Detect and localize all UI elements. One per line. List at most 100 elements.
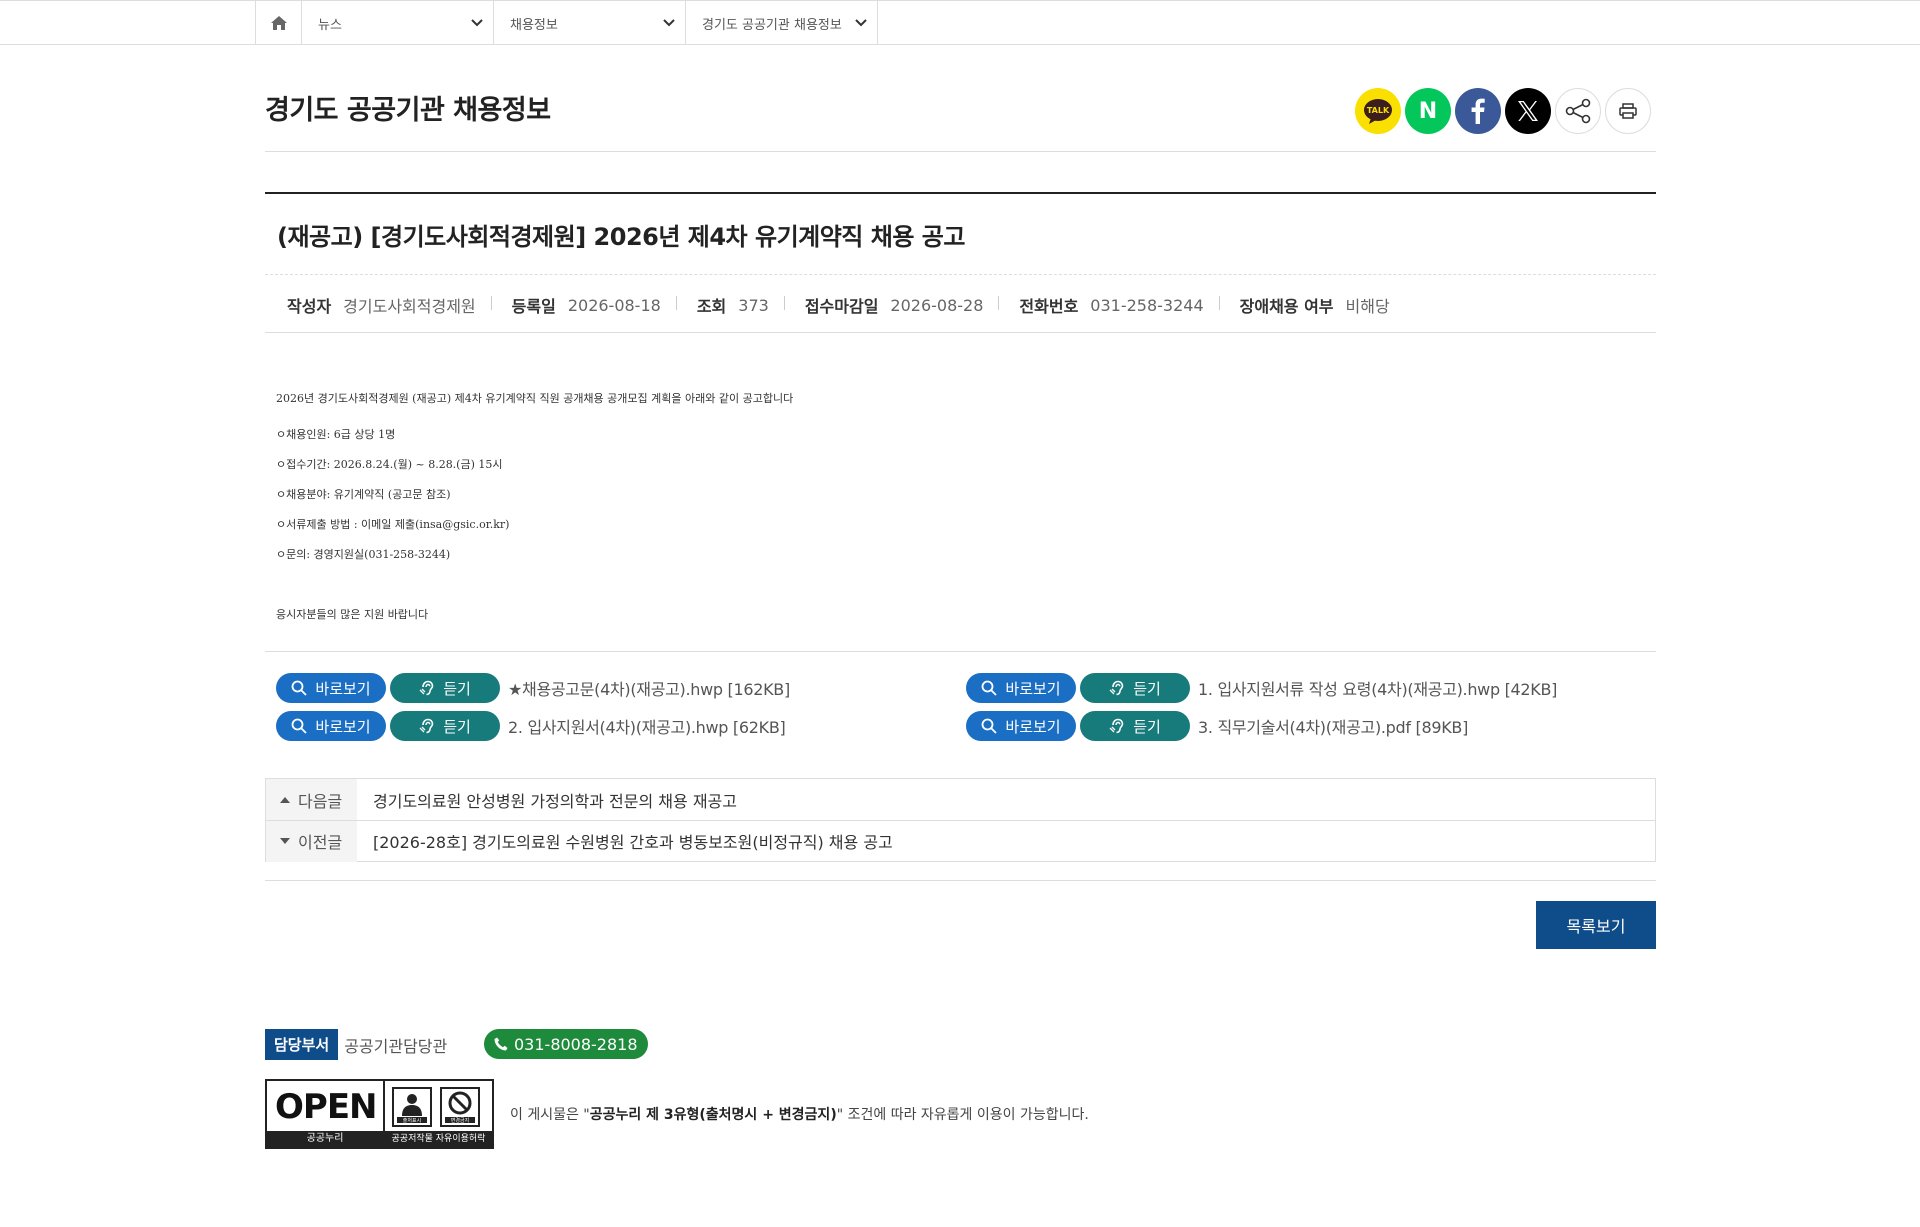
list-button[interactable]: 목록보기 xyxy=(1536,901,1656,949)
listen-button-label: 듣기 xyxy=(443,679,471,698)
meta-value: 2026-08-28 xyxy=(890,295,984,315)
divider xyxy=(265,192,1656,194)
listen-button[interactable]: 듣기 xyxy=(390,673,500,703)
chevron-down-icon xyxy=(471,19,483,27)
prev-label-text: 이전글 xyxy=(298,833,343,852)
phone-icon xyxy=(494,1037,508,1051)
kogl-license-badge[interactable]: OPEN 공공누리 출처표시 변경금지 공공저작물 자유이용허락 xyxy=(265,1079,494,1149)
next-post-title[interactable]: 경기도의료원 안성병원 가정의학과 전문의 채용 재공고 xyxy=(357,788,737,812)
caret-down-icon xyxy=(280,838,290,844)
kakao-talk-share-button[interactable]: TALK xyxy=(1355,88,1401,134)
x-icon xyxy=(1518,101,1538,121)
meta-key: 등록일 xyxy=(511,297,556,316)
meta-key: 조회 xyxy=(696,297,727,316)
svg-text:출처표시: 출처표시 xyxy=(403,1117,421,1124)
attachment-row: 바로보기 듣기 3. 직무기술서(4차)(재공고).pdf [89KB] xyxy=(966,711,1468,741)
body-item: ㅇ채용인원: 6급 상당 1명 xyxy=(276,428,396,441)
attachment-filename[interactable]: 1. 입사지원서류 작성 요령(4차)(재공고).hwp [42KB] xyxy=(1198,676,1557,700)
view-button[interactable]: 바로보기 xyxy=(966,673,1076,703)
license-text-prefix: 이 게시물은 " xyxy=(510,1107,590,1123)
meta-disability: 장애채용 여부 비해당 xyxy=(1240,293,1406,317)
meta-views: 조회 373 xyxy=(697,293,785,317)
open-word: OPEN xyxy=(275,1087,378,1127)
kakao-talk-icon: TALK xyxy=(1364,99,1392,124)
divider xyxy=(265,274,1656,275)
meta-value: 경기도사회적경제원 xyxy=(343,297,476,316)
meta-value: 373 xyxy=(738,295,769,315)
chevron-down-icon xyxy=(855,19,867,27)
body-item: ㅇ서류제출 방법 : 이메일 제출(insa@gsic.or.kr) xyxy=(276,518,510,531)
department-name: 공공기관담당관 xyxy=(344,1036,448,1056)
naver-share-button[interactable]: N xyxy=(1405,88,1451,134)
view-button-label: 바로보기 xyxy=(1005,679,1061,698)
prev-post-label: 이전글 xyxy=(266,820,357,862)
share-button[interactable] xyxy=(1555,88,1601,134)
print-icon xyxy=(1619,103,1637,119)
view-button[interactable]: 바로보기 xyxy=(276,673,386,703)
attachment-row: 바로보기 듣기 ★채용공고문(4차)(재공고).hwp [162KB] xyxy=(276,673,790,703)
attachment-filename[interactable]: ★채용공고문(4차)(재공고).hwp [162KB] xyxy=(508,676,790,700)
page-title: 경기도 공공기관 채용정보 xyxy=(265,95,551,126)
meta-key: 전화번호 xyxy=(1019,297,1079,316)
view-button-label: 바로보기 xyxy=(315,679,371,698)
prev-post-row[interactable]: 이전글 [2026-28호] 경기도의료원 수원병원 간호과 병동보조원(비정규… xyxy=(266,820,1655,862)
listen-button-label: 듣기 xyxy=(1133,679,1161,698)
ear-icon xyxy=(419,680,434,696)
open-caption: 공공누리 xyxy=(267,1131,383,1147)
article-title: (재공고) [경기도사회적경제원] 2026년 제4차 유기계약직 채용 공고 xyxy=(277,223,965,251)
share-bar: TALK N xyxy=(1355,88,1651,134)
ear-icon xyxy=(1109,718,1124,734)
chevron-down-icon xyxy=(663,19,675,27)
meta-author: 작성자 경기도사회적경제원 xyxy=(287,293,492,317)
body-item: ㅇ접수기간: 2026.8.24.(월) ~ 8.28.(금) 15시 xyxy=(276,458,503,471)
print-button[interactable] xyxy=(1605,88,1651,134)
ear-icon xyxy=(419,718,434,734)
prev-post-title[interactable]: [2026-28호] 경기도의료원 수원병원 간호과 병동보조원(비정규직) 채… xyxy=(357,829,893,853)
meta-key: 장애채용 여부 xyxy=(1239,297,1334,316)
nav-dropdown-label: 뉴스 xyxy=(318,17,342,33)
home-button[interactable] xyxy=(255,1,302,45)
nav-dropdown-public-jobs[interactable]: 경기도 공공기관 채용정보 xyxy=(686,1,878,45)
license-text-suffix: " 조건에 따라 자유롭게 이용이 가능합니다. xyxy=(836,1107,1089,1123)
search-icon xyxy=(291,680,308,696)
listen-button[interactable]: 듣기 xyxy=(1080,711,1190,741)
license-text: 이 게시물은 "공공누리 제 3유형(출처명시 + 변경금지)" 조건에 따라 … xyxy=(510,1104,1089,1124)
no-derivatives-icon: 변경금지 xyxy=(440,1087,480,1127)
view-button[interactable]: 바로보기 xyxy=(966,711,1076,741)
search-icon xyxy=(291,718,308,734)
nav-dropdown-label: 경기도 공공기관 채용정보 xyxy=(702,17,842,33)
svg-text:TALK: TALK xyxy=(1367,106,1390,115)
nav-dropdown-jobs[interactable]: 채용정보 xyxy=(494,1,686,45)
meta-date: 등록일 2026-08-18 xyxy=(512,293,677,317)
attachment-filename[interactable]: 2. 입사지원서(4차)(재공고).hwp [62KB] xyxy=(508,714,786,738)
attachment-row: 바로보기 듣기 1. 입사지원서류 작성 요령(4차)(재공고).hwp [42… xyxy=(966,673,1557,703)
prev-next-nav: 다음글 경기도의료원 안성병원 가정의학과 전문의 채용 재공고 이전글 [20… xyxy=(265,778,1656,862)
meta-key: 작성자 xyxy=(287,297,332,316)
phone-badge[interactable]: 031-8008-2818 xyxy=(484,1029,648,1059)
listen-button[interactable]: 듣기 xyxy=(1080,673,1190,703)
x-share-button[interactable] xyxy=(1505,88,1551,134)
next-label-text: 다음글 xyxy=(298,791,343,811)
nav-dropdown-label: 채용정보 xyxy=(510,17,558,33)
svg-text:변경금지: 변경금지 xyxy=(451,1117,469,1124)
divider xyxy=(265,151,1656,152)
attachment-filename[interactable]: 3. 직무기술서(4차)(재공고).pdf [89KB] xyxy=(1198,714,1468,738)
search-icon xyxy=(981,680,998,696)
home-icon xyxy=(270,16,287,30)
view-button[interactable]: 바로보기 xyxy=(276,711,386,741)
license-caption: 공공저작물 자유이용허락 xyxy=(385,1131,492,1147)
divider xyxy=(265,651,1656,652)
share-icon xyxy=(1565,98,1591,124)
meta-key: 접수마감일 xyxy=(804,297,879,316)
naver-icon: N xyxy=(1418,98,1438,124)
next-post-label: 다음글 xyxy=(266,779,357,820)
divider xyxy=(265,332,1656,333)
attribution-icon: 출처표시 xyxy=(392,1087,432,1127)
next-post-row[interactable]: 다음글 경기도의료원 안성병원 가정의학과 전문의 채용 재공고 xyxy=(266,779,1655,820)
attachment-row: 바로보기 듣기 2. 입사지원서(4차)(재공고).hwp [62KB] xyxy=(276,711,786,741)
listen-button[interactable]: 듣기 xyxy=(390,711,500,741)
body-item: ㅇ문의: 경영지원실(031-258-3244) xyxy=(276,548,451,561)
meta-value: 비해당 xyxy=(1345,297,1390,316)
facebook-share-button[interactable] xyxy=(1455,88,1501,134)
nav-dropdown-news[interactable]: 뉴스 xyxy=(302,1,494,45)
